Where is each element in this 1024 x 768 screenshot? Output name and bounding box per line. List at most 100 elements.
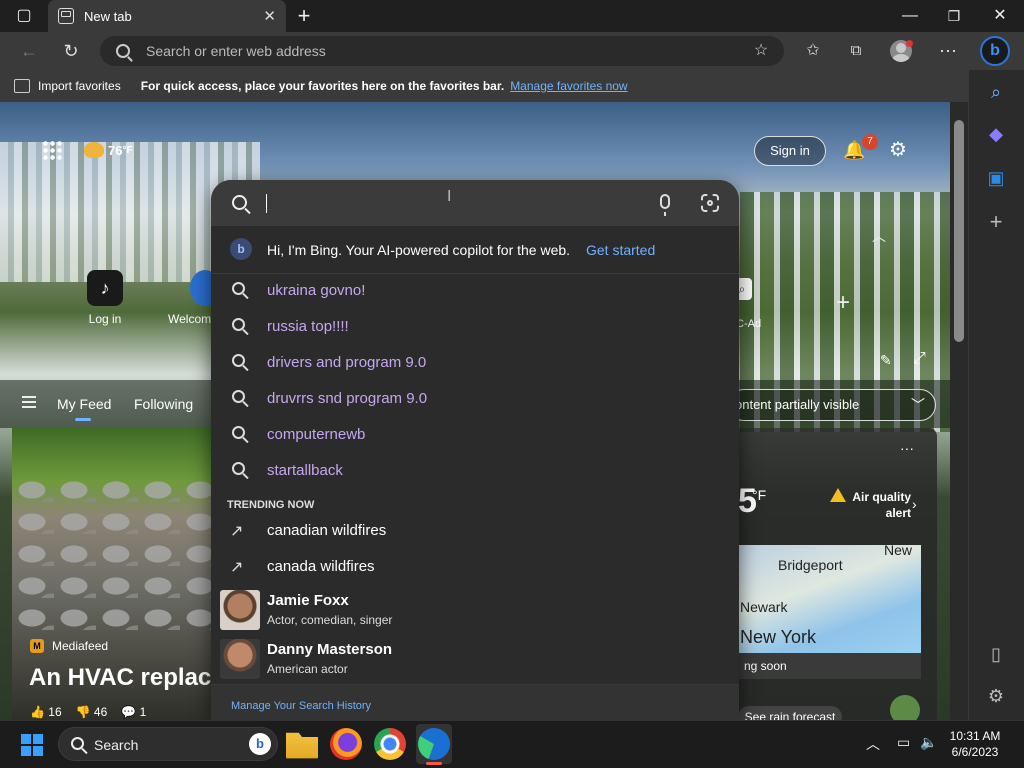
import-favorites-icon [14, 79, 30, 93]
get-started-link[interactable]: Get started [586, 242, 655, 258]
copilot-icon[interactable]: ◆ [984, 122, 1008, 146]
minimize-button[interactable]: — [898, 6, 922, 26]
like-button[interactable]: 👍 16 [30, 705, 62, 719]
history-suggestion[interactable]: computernewb [211, 418, 739, 454]
windows-start-icon[interactable] [21, 734, 43, 756]
suggestion-text: russia top!!!! [267, 318, 349, 335]
history-suggestion[interactable]: druvrrs snd program 9.0 [211, 382, 739, 418]
person-name: Jamie Foxx [267, 592, 349, 609]
map-footer: ng soon [738, 653, 921, 679]
add-tile-icon[interactable]: + [836, 289, 850, 317]
title-bar: ▢ New tab ✕ + — ❐ ✕ [0, 0, 1024, 32]
source-name: Mediafeed [52, 639, 109, 653]
toolbar: ← ↻ Search or enter web address ☆ ✩ ⧉ ⋯ [0, 32, 1024, 70]
sidebar-toggle-icon[interactable]: ▯ [984, 642, 1008, 666]
expand-icon[interactable]: ⤢ [913, 350, 926, 368]
tab-actions-icon[interactable]: ▢ [12, 6, 36, 26]
search-icon [232, 462, 245, 475]
system-clock[interactable]: 10:31 AM 6/6/2023 [940, 728, 1010, 760]
favorites-icon[interactable]: ✩ [800, 39, 826, 63]
history-suggestion[interactable]: russia top!!!! [211, 310, 739, 346]
stone-wall-image [12, 470, 212, 630]
new-tab-page-icon [58, 8, 74, 24]
suggestion-text: startallback [267, 462, 343, 479]
article-source: M Mediafeed [30, 639, 108, 653]
history-suggestion[interactable]: ukraina govno! [211, 274, 739, 310]
tab-close-button[interactable]: ✕ [263, 7, 276, 25]
app-launcher-icon[interactable] [42, 140, 62, 160]
show-hidden-icons-icon[interactable]: ︿ [866, 734, 880, 754]
chrome-icon[interactable] [374, 728, 406, 760]
history-suggestion[interactable]: startallback [211, 454, 739, 490]
search-icon [232, 282, 245, 295]
search-icon[interactable]: ⌕ [984, 80, 1008, 104]
back-button[interactable]: ← [16, 39, 42, 63]
taskbar-search-label: Search [94, 737, 139, 753]
dislike-count: 46 [93, 705, 108, 719]
search-icon [71, 737, 84, 750]
firefox-icon[interactable] [330, 728, 362, 760]
outlook-icon[interactable]: ▣ [984, 166, 1008, 190]
search-dropdown: I b Hi, I'm Bing. Your AI-powered copilo… [211, 180, 739, 720]
tiktok-icon: ♪ [87, 270, 123, 306]
collapse-chevron-icon[interactable]: ︿ [872, 226, 886, 246]
tab-following[interactable]: Following [134, 396, 193, 412]
trending-person[interactable]: Danny Masterson American actor [211, 635, 739, 683]
trending-suggestion[interactable]: ↗ canada wildfires [211, 550, 739, 586]
add-sidebar-app-icon[interactable]: + [984, 210, 1008, 234]
search-input[interactable]: I [211, 180, 739, 226]
like-count: 16 [48, 705, 62, 719]
history-suggestion[interactable]: drivers and program 9.0 [211, 346, 739, 382]
new-tab-button[interactable]: + [292, 5, 316, 27]
tab-title: New tab [84, 8, 132, 24]
edge-icon[interactable] [418, 728, 450, 760]
suggestion-text: drivers and program 9.0 [267, 354, 427, 371]
manage-search-history-link[interactable]: Manage Your Search History [231, 700, 371, 712]
restore-button[interactable]: ❐ [942, 6, 966, 26]
settings-more-icon[interactable]: ⋯ [935, 39, 961, 63]
weather-widget[interactable]: 76 °F [84, 142, 133, 158]
article-reactions: 👍 16 👎 46 💬 1 [30, 705, 146, 719]
sidebar-settings-icon[interactable]: ⚙ [984, 684, 1008, 708]
trending-suggestion[interactable]: ↗ canadian wildfires [211, 514, 739, 550]
sign-in-button[interactable]: Sign in [754, 136, 826, 166]
microphone-icon[interactable] [660, 194, 670, 216]
search-icon [232, 390, 245, 403]
trending-person[interactable]: Jamie Foxx Actor, comedian, singer [211, 586, 739, 634]
weather-map[interactable]: New Bridgeport Newark New York [738, 542, 921, 653]
taskbar-search[interactable]: Search b [58, 727, 278, 761]
map-label: Bridgeport [778, 557, 843, 573]
content-visibility-dropdown[interactable]: ontent partially visible ﹀ [728, 389, 936, 421]
air-quality-alert[interactable]: Air quality alert [851, 489, 911, 521]
volume-icon[interactable]: 🔈 [920, 734, 937, 751]
comment-button[interactable]: 💬 1 [121, 705, 146, 719]
page-scrollbar-thumb[interactable] [954, 120, 964, 342]
active-app-indicator [426, 762, 442, 765]
chevron-right-icon[interactable]: › [912, 496, 917, 512]
close-window-button[interactable]: ✕ [988, 6, 1012, 26]
refresh-button[interactable]: ↻ [58, 39, 84, 63]
address-bar[interactable]: Search or enter web address [100, 36, 784, 66]
suggestion-text: computernewb [267, 426, 366, 443]
add-favorite-icon[interactable]: ☆ [748, 39, 774, 63]
suggestion-text: ukraina govno! [267, 282, 366, 299]
network-icon[interactable]: ▭ [897, 734, 910, 751]
search-dropdown-footer: Manage Your Search History [211, 684, 739, 720]
dislike-button[interactable]: 👎 46 [76, 705, 108, 719]
customize-background-icon[interactable]: ✎ [880, 352, 892, 369]
page-settings-icon[interactable]: ⚙ [886, 138, 910, 162]
search-icon [232, 426, 245, 439]
tab-new-tab[interactable]: New tab ✕ [48, 0, 286, 32]
article-headline[interactable]: An HVAC replace [29, 664, 212, 692]
bing-chat-promo[interactable]: b Hi, I'm Bing. Your AI-powered copilot … [211, 230, 739, 274]
quick-link-tile[interactable]: ♪ Log in [75, 270, 135, 326]
trending-heading: TRENDING NOW [227, 499, 315, 511]
menu-icon[interactable] [22, 396, 36, 408]
bing-copilot-button[interactable]: b [980, 36, 1010, 66]
manage-favorites-link[interactable]: Manage favorites now [510, 79, 627, 93]
collections-icon[interactable]: ⧉ [843, 39, 869, 63]
tab-my-feed[interactable]: My Feed [57, 396, 111, 421]
more-options-icon[interactable]: ··· [900, 440, 914, 456]
import-favorites-button[interactable]: Import favorites [38, 79, 121, 93]
tile-label: Log in [88, 312, 122, 326]
